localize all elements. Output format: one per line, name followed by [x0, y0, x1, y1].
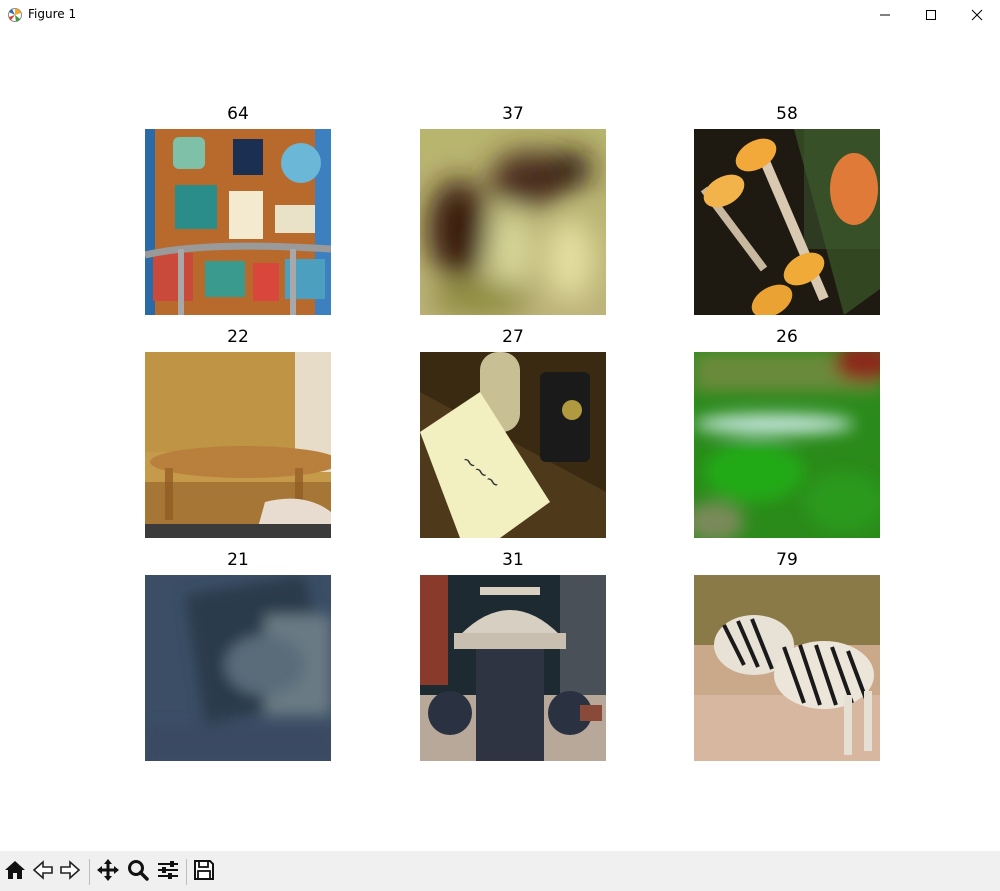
close-button[interactable] — [954, 0, 1000, 30]
panel-image-zebras — [694, 575, 880, 761]
toolbar-separator — [89, 859, 90, 885]
pan-icon — [96, 858, 120, 886]
panel-image-green-blur — [694, 352, 880, 538]
zoom-button[interactable] — [125, 859, 151, 885]
panel-image-skateboard — [694, 129, 880, 315]
panel-image-suitcase — [145, 129, 331, 315]
window-title: Figure 1 — [28, 7, 77, 21]
home-icon — [4, 860, 26, 884]
figure-canvas[interactable]: 64 37 58 22 27 ~~~ 26 21 31 79 — [0, 30, 1000, 851]
close-icon — [971, 9, 983, 21]
save-icon — [193, 859, 215, 885]
panel-title: 26 — [776, 327, 798, 347]
panel-image-fire-hydrant — [420, 575, 606, 761]
save-button[interactable] — [191, 859, 217, 885]
panel-title: 21 — [227, 550, 249, 570]
home-button[interactable] — [2, 859, 28, 885]
panel-title: 31 — [502, 550, 524, 570]
maximize-button[interactable] — [908, 0, 954, 30]
configure-subplots-icon — [157, 860, 179, 884]
panel-title: 27 — [502, 327, 524, 347]
panel-title: 79 — [776, 550, 798, 570]
pan-button[interactable] — [95, 859, 121, 885]
back-button[interactable] — [30, 859, 56, 885]
panel-image-blurred — [420, 129, 606, 315]
panel-image-snack: ~~~ — [420, 352, 606, 538]
zoom-icon — [127, 859, 149, 885]
panel-title: 37 — [502, 104, 524, 124]
panel-title: 58 — [776, 104, 798, 124]
panel-image-table — [145, 352, 331, 538]
panel-title: 64 — [227, 104, 249, 124]
window-titlebar: Figure 1 — [0, 0, 1000, 30]
panel-image-dark-blur — [145, 575, 331, 761]
configure-subplots-button[interactable] — [155, 859, 181, 885]
maximize-icon — [925, 9, 937, 21]
back-icon — [32, 860, 54, 884]
minimize-icon — [879, 9, 891, 21]
matplotlib-figure-icon — [6, 6, 24, 24]
forward-icon — [59, 860, 81, 884]
toolbar-separator — [186, 859, 187, 885]
panel-title: 22 — [227, 327, 249, 347]
navigation-toolbar — [0, 851, 1000, 891]
minimize-button[interactable] — [862, 0, 908, 30]
forward-button[interactable] — [57, 859, 83, 885]
